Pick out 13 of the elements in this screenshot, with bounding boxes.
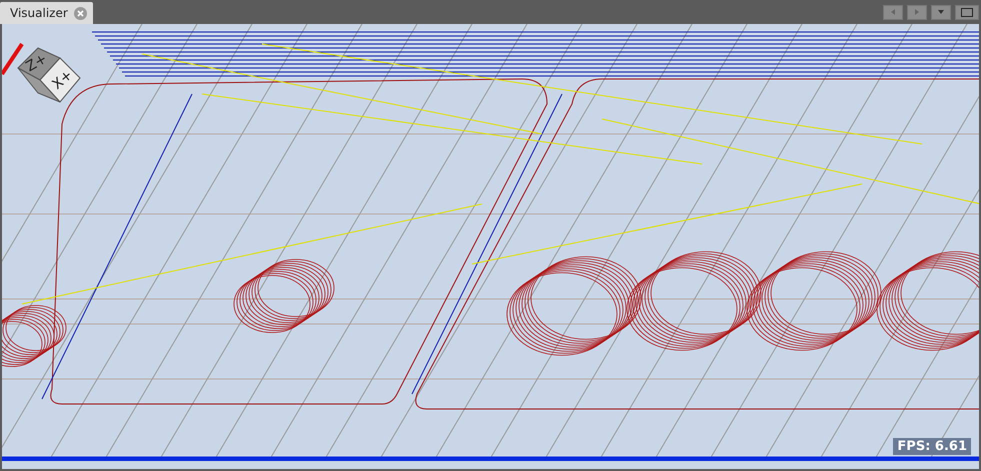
- cube-front-label: X+: [50, 68, 76, 92]
- left-arrow-icon: [889, 8, 897, 16]
- caret-icon: [937, 8, 945, 16]
- close-icon[interactable]: [74, 6, 87, 20]
- visualizer-tab[interactable]: Visualizer: [0, 2, 93, 24]
- right-arrow-icon: [913, 8, 921, 16]
- dropdown-button[interactable]: [931, 4, 951, 20]
- fps-counter: FPS: 6.61: [893, 438, 971, 455]
- cube-top-label: Z+: [24, 52, 50, 74]
- scroll-left-button[interactable]: [883, 4, 903, 20]
- maximize-button[interactable]: [955, 4, 979, 20]
- scroll-right-button[interactable]: [907, 4, 927, 20]
- maximize-icon: [961, 8, 973, 16]
